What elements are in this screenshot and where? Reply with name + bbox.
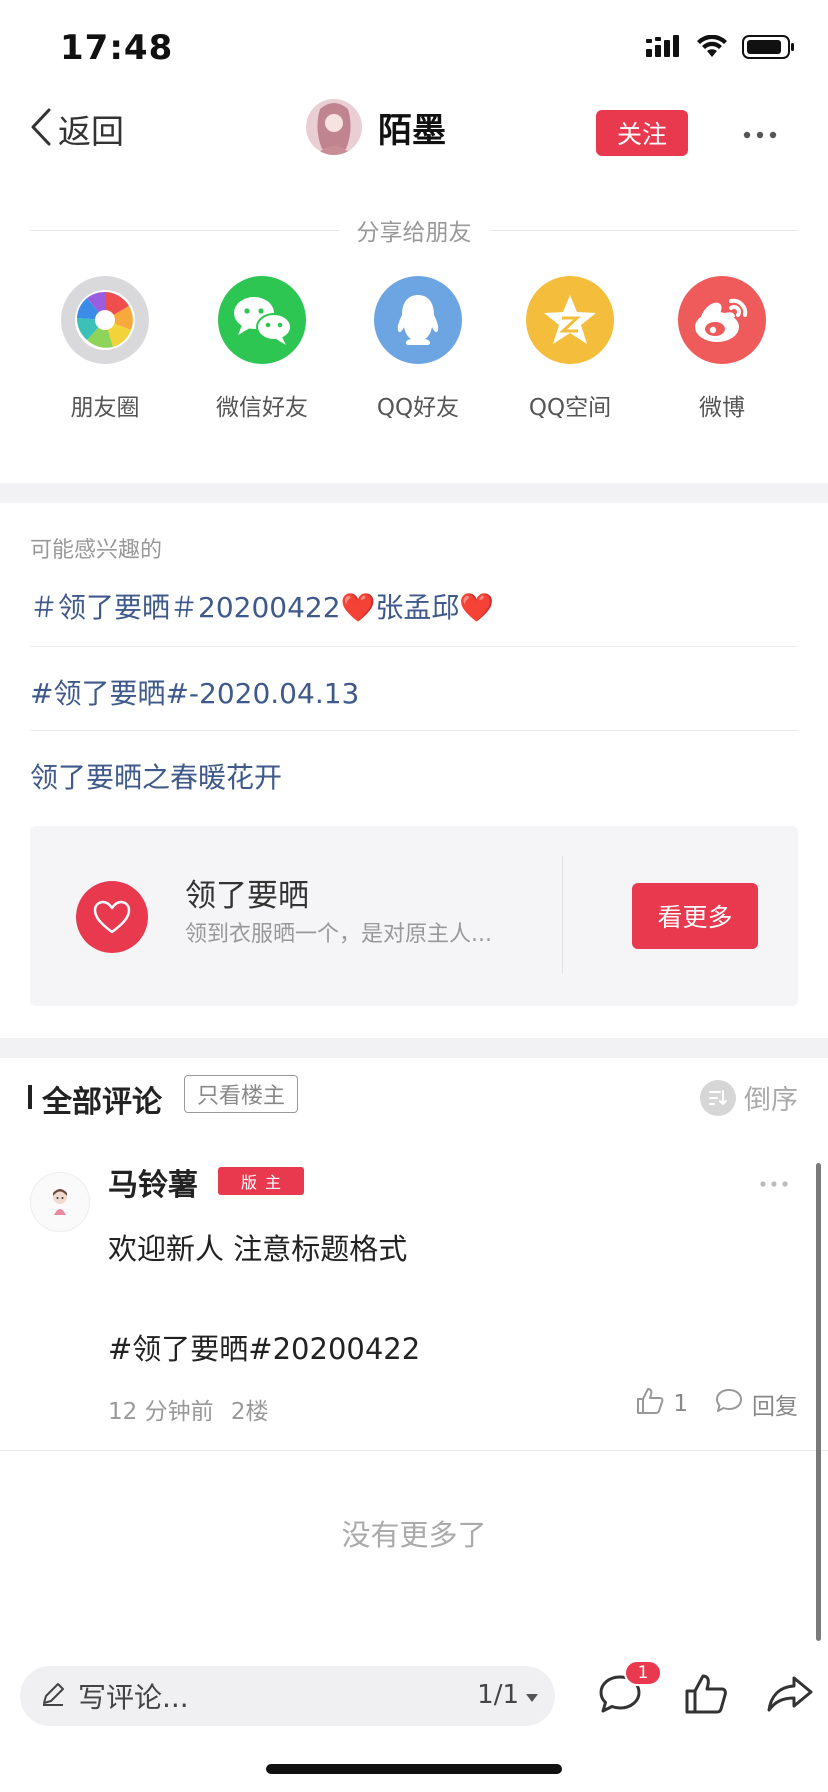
no-more-text: 没有更多了 xyxy=(341,1518,487,1552)
share-weibo[interactable]: 微博 xyxy=(652,276,792,422)
chevron-left-icon xyxy=(30,107,52,151)
author-info[interactable]: 陌墨 xyxy=(306,99,446,155)
more-options-button[interactable] xyxy=(740,113,780,153)
divider xyxy=(0,1450,828,1451)
divider xyxy=(30,229,339,231)
share-label: 微博 xyxy=(699,395,745,421)
comment-more-button[interactable] xyxy=(760,1172,788,1191)
more-dots-icon xyxy=(760,1172,788,1191)
promo-title: 领了要晒 xyxy=(185,878,309,914)
share-arrow-icon xyxy=(766,1674,814,1718)
section-marker xyxy=(28,1085,32,1109)
wechat-icon xyxy=(218,276,306,364)
section-separator xyxy=(0,483,828,503)
comment-floor: 2楼 xyxy=(230,1399,269,1425)
sort-order-button[interactable]: 倒序 xyxy=(700,1078,798,1117)
share-button[interactable] xyxy=(762,1668,818,1724)
comment-meta: 12 分钟前 2楼 xyxy=(108,1392,269,1426)
share-label: QQ空间 xyxy=(528,395,612,421)
heart-icon xyxy=(76,881,148,953)
author-name: 陌墨 xyxy=(378,110,446,151)
comment-time: 12 分钟前 xyxy=(108,1399,214,1425)
commenter-avatar[interactable] xyxy=(30,1172,90,1232)
divider xyxy=(562,856,563,974)
divider xyxy=(30,730,798,731)
share-label: QQ好友 xyxy=(376,395,460,421)
see-more-button[interactable]: 看更多 xyxy=(632,883,758,949)
status-time: 17:48 xyxy=(60,28,174,68)
sort-icon xyxy=(700,1079,736,1116)
topic-link[interactable]: #领了要晒#-2020.04.13 xyxy=(30,672,798,712)
thumbs-up-icon xyxy=(683,1672,729,1720)
comment-item: 马铃薯 版主 欢迎新人 注意标题格式 #领了要晒#20200422 12 分钟前… xyxy=(0,1160,828,1450)
comment-text: 欢迎新人 注意标题格式 xyxy=(108,1232,408,1266)
comment-actions: 1 回复 xyxy=(635,1386,798,1422)
share-title: 分享给朋友 xyxy=(356,220,472,246)
follow-button[interactable]: 关注 xyxy=(596,110,688,156)
like-post-button[interactable] xyxy=(678,1668,734,1724)
battery-icon xyxy=(742,34,796,64)
reply-button[interactable]: 回复 xyxy=(714,1387,798,1421)
share-label: 朋友圈 xyxy=(70,395,140,421)
qzone-icon xyxy=(526,276,614,364)
avatar[interactable] xyxy=(306,99,362,155)
share-row: 朋友圈 微信好友 QQ好友 QQ空间 微博 xyxy=(0,276,828,426)
share-moments[interactable]: 朋友圈 xyxy=(35,276,175,422)
comments-title: 全部评论 xyxy=(42,1085,162,1120)
promo-description: 领到衣服晒一个，是对原主人... xyxy=(185,922,492,947)
chat-bubble-icon xyxy=(714,1387,744,1421)
circle-promo-card[interactable]: 领了要晒 领到衣服晒一个，是对原主人... 看更多 xyxy=(30,826,798,1006)
reply-label: 回复 xyxy=(752,1394,798,1420)
interests-label: 可能感兴趣的 xyxy=(30,538,163,563)
back-button[interactable]: 返回 xyxy=(30,105,124,153)
comment-text: #领了要晒#20200422 xyxy=(108,1332,421,1366)
share-wechat[interactable]: 微信好友 xyxy=(192,276,332,422)
share-qq[interactable]: QQ好友 xyxy=(348,276,488,422)
more-dots-icon xyxy=(743,124,777,143)
nav-bar: 返回 陌墨 关注 xyxy=(0,95,828,170)
commenter-name[interactable]: 马铃薯 xyxy=(108,1160,198,1204)
topic-link[interactable]: ＃领了要晒＃20200422❤️张孟邱❤️ xyxy=(30,586,798,626)
write-comment-input[interactable]: 写评论... 1/1 xyxy=(20,1666,555,1726)
back-label: 返回 xyxy=(58,112,124,151)
only-owner-filter-button[interactable]: 只看楼主 xyxy=(184,1075,299,1113)
comment-count-badge: 1 xyxy=(624,1660,662,1686)
weibo-icon xyxy=(678,276,766,364)
section-separator xyxy=(0,1038,828,1058)
share-qzone[interactable]: QQ空间 xyxy=(500,276,640,422)
moderator-badge: 版主 xyxy=(218,1167,304,1195)
share-title-row: 分享给朋友 xyxy=(30,214,798,246)
page-indicator: 1/1 xyxy=(477,1680,519,1710)
status-icons xyxy=(646,34,796,64)
topic-link[interactable]: 领了要晒之春暖花开 xyxy=(30,756,798,796)
bottom-bar: 写评论... 1/1 1 xyxy=(0,1660,828,1740)
page-selector[interactable]: 1/1 xyxy=(477,1680,539,1710)
like-button[interactable]: 1 xyxy=(635,1386,688,1422)
moments-icon xyxy=(61,276,149,364)
status-bar: 17:48 xyxy=(0,0,828,90)
qq-icon xyxy=(374,276,462,364)
caret-down-icon xyxy=(525,1680,539,1710)
sort-label: 倒序 xyxy=(744,1085,798,1116)
divider xyxy=(489,229,798,231)
comments-header: 全部评论 只看楼主 倒序 xyxy=(28,1072,798,1122)
scrollbar[interactable] xyxy=(816,1163,821,1641)
home-indicator[interactable] xyxy=(266,1764,562,1774)
cellular-signal-icon xyxy=(646,35,682,63)
comment-placeholder: 写评论... xyxy=(78,1681,189,1714)
thumbs-up-icon xyxy=(635,1386,665,1422)
share-label: 微信好友 xyxy=(216,395,308,421)
wifi-icon xyxy=(696,34,728,63)
pencil-icon xyxy=(40,1681,66,1711)
like-count: 1 xyxy=(673,1391,688,1417)
divider xyxy=(30,646,798,647)
